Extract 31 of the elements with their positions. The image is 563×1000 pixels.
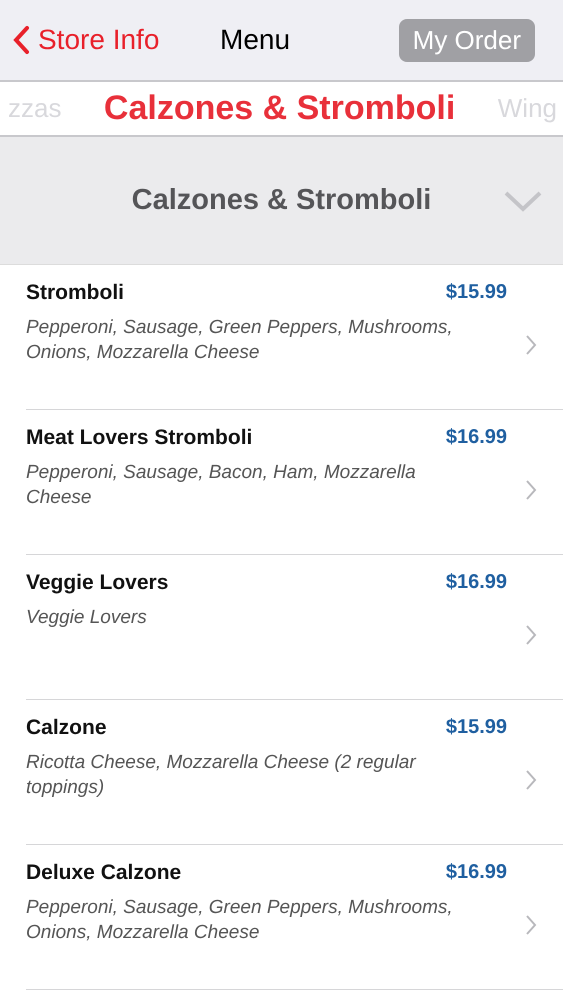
category-tab[interactable]: Calzones & Stromboli (104, 89, 456, 128)
item-description: Pepperoni, Sausage, Green Peppers, Mushrooms, Onions, Mozzarella Cheese (26, 896, 454, 945)
item-price: $15.99 (446, 281, 507, 305)
item-name: Veggie Lovers (26, 571, 168, 595)
item-description: Ricotta Cheese, Mozzarella Cheese (2 regular toppings) (26, 751, 418, 800)
item-name: Deluxe Calzone (26, 861, 182, 885)
item-price: $16.99 (446, 571, 507, 595)
menu-item[interactable]: Deluxe Calzone $16.99 Pepperoni, Sausage, Green Peppers, Mushrooms, Onions, Mozzarella Cheese (26, 845, 563, 990)
section-title: Calzones & Stromboli (132, 184, 432, 217)
chevron-right-icon (525, 334, 537, 356)
menu-item[interactable]: Stromboli $15.99 Pepperoni, Sausage, Green Peppers, Mushrooms, Onions, Mozzarella Cheese (26, 265, 563, 410)
section-header[interactable]: Calzones & Stromboli (0, 137, 563, 265)
item-name: Calzone (26, 716, 107, 740)
chevron-right-icon (525, 914, 537, 936)
screen-title: Menu (219, 24, 292, 56)
chevron-right-icon (525, 624, 537, 646)
item-name: Stromboli (26, 281, 124, 305)
chevron-right-icon (525, 479, 537, 501)
chevron-left-icon (12, 25, 30, 55)
menu-item[interactable]: Veggie Lovers $16.99 Veggie Lovers (26, 555, 563, 700)
item-description: Pepperoni, Sausage, Green Peppers, Mushrooms, Onions, Mozzarella Cheese (26, 316, 454, 365)
item-name: Meat Lovers Stromboli (26, 426, 252, 450)
item-price: $16.99 (446, 861, 507, 885)
item-price: $16.99 (446, 426, 507, 450)
back-button[interactable]: Store Info (12, 24, 160, 56)
menu-item[interactable]: Meat Lovers Stromboli $16.99 Pepperoni, Sausage, Bacon, Ham, Mozzarella Cheese (26, 410, 563, 555)
item-description: Veggie Lovers (26, 606, 148, 630)
item-price: $15.99 (446, 716, 507, 740)
item-description: Pepperoni, Sausage, Bacon, Ham, Mozzarella Cheese (26, 461, 417, 510)
chevron-right-icon (525, 769, 537, 791)
menu-item[interactable]: Calzone $15.99 Ricotta Cheese, Mozzarella Cheese (2 regular toppings) (26, 700, 563, 845)
